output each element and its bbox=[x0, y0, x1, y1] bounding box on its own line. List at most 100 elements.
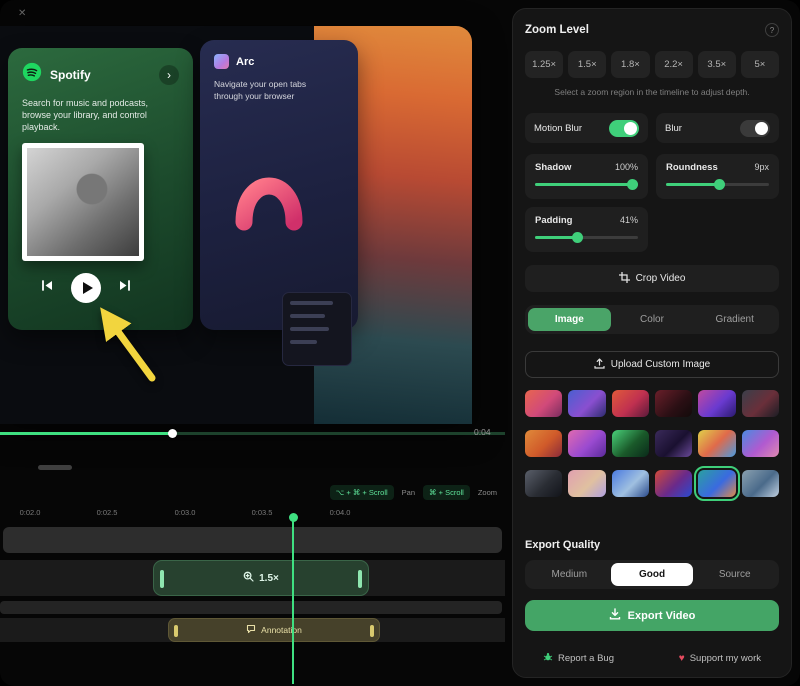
spotify-card-title: Spotify bbox=[50, 68, 151, 82]
quality-medium[interactable]: Medium bbox=[528, 563, 611, 586]
wallpaper-thumbnail[interactable] bbox=[612, 470, 649, 497]
zoom-option-button[interactable]: 1.5× bbox=[568, 51, 606, 78]
timeline-panel: ⌥ + ⌘ + Scroll Pan ⌘ + Scroll Zoom 0:02.… bbox=[0, 480, 505, 686]
motion-blur-label: Motion Blur bbox=[534, 123, 582, 134]
magnifier-plus-icon bbox=[243, 569, 254, 587]
segment-left-handle[interactable] bbox=[174, 625, 178, 637]
arc-logo-icon bbox=[214, 54, 229, 69]
support-link[interactable]: ♥ Support my work bbox=[679, 653, 761, 664]
zoom-caption: Select a zoom region in the timeline to … bbox=[525, 87, 779, 97]
zoom-option-button[interactable]: 5× bbox=[741, 51, 779, 78]
export-quality-control: Medium Good Source bbox=[525, 560, 779, 589]
shadow-slider-card: Shadow 100% bbox=[525, 154, 648, 199]
annotation-segment-label: Annotation bbox=[261, 625, 302, 635]
wallpaper-thumbnail[interactable] bbox=[655, 470, 692, 497]
download-icon bbox=[609, 608, 621, 623]
previous-track-icon[interactable] bbox=[40, 279, 55, 297]
help-icon[interactable]: ? bbox=[765, 23, 779, 37]
wallpaper-thumbnail[interactable] bbox=[742, 470, 779, 497]
background-type-tabs: Image Color Gradient bbox=[525, 305, 779, 334]
roundness-slider[interactable] bbox=[666, 179, 769, 190]
video-preview[interactable]: Spotify › Search for music and podcasts,… bbox=[0, 26, 472, 424]
padding-value: 41% bbox=[620, 215, 638, 226]
spotify-card-description: Search for music and podcasts, browse yo… bbox=[22, 97, 179, 133]
wallpaper-thumbnail[interactable] bbox=[525, 430, 562, 457]
zoom-option-button[interactable]: 1.25× bbox=[525, 51, 563, 78]
context-menu-popup bbox=[282, 292, 352, 366]
blur-label: Blur bbox=[665, 123, 682, 134]
annotation-track: Annotation bbox=[0, 618, 505, 642]
quality-source[interactable]: Source bbox=[693, 563, 776, 586]
video-clip-track[interactable] bbox=[3, 527, 502, 553]
zoom-shortcut-label: Zoom bbox=[478, 488, 497, 497]
padding-slider[interactable] bbox=[535, 232, 638, 243]
zoom-segment[interactable]: 1.5× bbox=[153, 560, 369, 596]
export-video-button[interactable]: Export Video bbox=[525, 600, 779, 631]
segment-right-handle[interactable] bbox=[370, 625, 374, 637]
segment-right-handle[interactable] bbox=[358, 570, 362, 588]
next-track-icon[interactable] bbox=[117, 279, 132, 297]
album-art bbox=[22, 143, 144, 261]
motion-blur-toggle[interactable] bbox=[609, 120, 639, 137]
wallpaper-thumbnail[interactable] bbox=[525, 390, 562, 417]
spotify-logo-icon bbox=[22, 62, 42, 87]
quality-good[interactable]: Good bbox=[611, 563, 694, 586]
crop-video-button[interactable]: Crop Video bbox=[525, 265, 779, 292]
padding-slider-card: Padding 41% bbox=[525, 207, 648, 252]
padding-label: Padding bbox=[535, 215, 572, 226]
wallpaper-thumbnail[interactable] bbox=[742, 390, 779, 417]
support-label: Support my work bbox=[690, 653, 761, 664]
wallpaper-thumbnail[interactable] bbox=[612, 390, 649, 417]
panel-resize-handle[interactable] bbox=[38, 465, 72, 470]
app-window: ✕ Spotify › Search for music and podcast… bbox=[0, 0, 800, 686]
wallpaper-thumbnail[interactable] bbox=[568, 430, 605, 457]
ruler-tick-label: 0:03.0 bbox=[175, 508, 196, 517]
blur-toggle[interactable] bbox=[740, 120, 770, 137]
segment-left-handle[interactable] bbox=[160, 570, 164, 588]
tab-gradient[interactable]: Gradient bbox=[693, 308, 776, 331]
arc-card: Arc Navigate your open tabs through your… bbox=[200, 40, 358, 330]
wallpaper-thumbnail[interactable] bbox=[655, 390, 692, 417]
tab-image[interactable]: Image bbox=[528, 308, 611, 331]
bug-icon bbox=[543, 652, 553, 665]
report-bug-label: Report a Bug bbox=[558, 653, 614, 664]
spotify-card: Spotify › Search for music and podcasts,… bbox=[8, 48, 193, 330]
heart-icon: ♥ bbox=[679, 653, 685, 664]
wallpaper-thumbnail[interactable] bbox=[655, 430, 692, 457]
wallpaper-thumbnail[interactable] bbox=[698, 470, 735, 497]
wallpaper-thumbnail[interactable] bbox=[525, 470, 562, 497]
wallpaper-thumbnail[interactable] bbox=[612, 430, 649, 457]
zoom-option-button[interactable]: 3.5× bbox=[698, 51, 736, 78]
zoom-option-button[interactable]: 2.2× bbox=[655, 51, 693, 78]
zoom-level-title: Zoom Level bbox=[525, 24, 589, 36]
zoom-track: 1.5× bbox=[0, 560, 505, 596]
playhead-knob[interactable] bbox=[289, 513, 298, 522]
playback-progress-bar[interactable] bbox=[0, 432, 505, 435]
annotation-segment[interactable]: Annotation bbox=[168, 618, 380, 642]
crop-video-label: Crop Video bbox=[636, 273, 686, 284]
secondary-track[interactable] bbox=[0, 601, 502, 614]
wallpaper-grid bbox=[525, 390, 779, 497]
playhead[interactable] bbox=[292, 518, 294, 684]
tab-color[interactable]: Color bbox=[611, 308, 694, 331]
wallpaper-thumbnail[interactable] bbox=[742, 430, 779, 457]
zoom-shortcut-badge: ⌘ + Scroll bbox=[423, 485, 470, 500]
shadow-slider[interactable] bbox=[535, 179, 638, 190]
wallpaper-thumbnail[interactable] bbox=[568, 470, 605, 497]
speech-bubble-icon bbox=[246, 621, 256, 639]
app-corner-icon: ✕ bbox=[18, 8, 26, 19]
wallpaper-thumbnail[interactable] bbox=[698, 430, 735, 457]
upload-custom-image-button[interactable]: Upload Custom Image bbox=[525, 351, 779, 378]
report-bug-link[interactable]: Report a Bug bbox=[543, 652, 614, 665]
ruler-tick-label: 0:03.5 bbox=[252, 508, 273, 517]
arc-card-title: Arc bbox=[236, 56, 254, 68]
chevron-right-button[interactable]: › bbox=[159, 65, 179, 85]
wallpaper-thumbnail[interactable] bbox=[568, 390, 605, 417]
timeline-ruler[interactable]: 0:02.0 0:02.5 0:03.0 0:03.5 0:04.0 bbox=[0, 508, 505, 520]
wallpaper-thumbnail[interactable] bbox=[698, 390, 735, 417]
crop-icon bbox=[619, 272, 630, 286]
play-button[interactable] bbox=[71, 273, 101, 303]
zoom-option-button[interactable]: 1.8× bbox=[611, 51, 649, 78]
playback-progress-knob[interactable] bbox=[168, 429, 177, 438]
pan-shortcut-label: Pan bbox=[402, 488, 415, 497]
